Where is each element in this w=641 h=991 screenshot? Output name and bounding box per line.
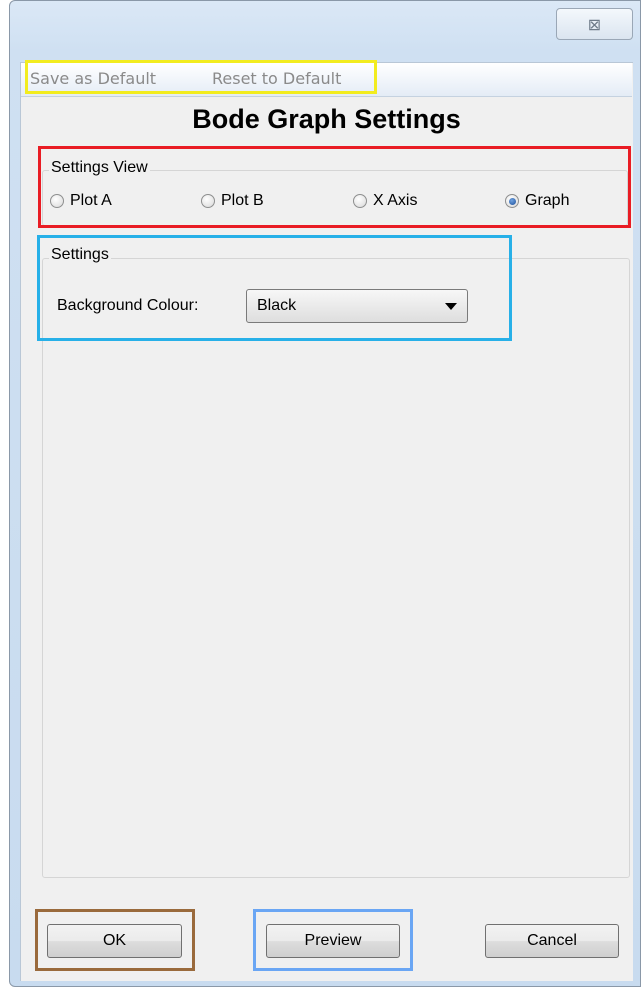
radio-graph-circle (505, 194, 519, 208)
radio-x-axis[interactable]: X Axis (353, 190, 417, 212)
radio-x-axis-label: X Axis (373, 192, 418, 209)
ok-button[interactable]: OK (47, 924, 182, 958)
background-colour-select[interactable]: Black (246, 289, 468, 323)
menu-save-as-default[interactable]: Save as Default (30, 66, 156, 92)
settings-group (42, 258, 630, 878)
close-icon: ⊠ (587, 14, 602, 34)
close-button[interactable]: ⊠ (556, 8, 633, 40)
radio-graph[interactable]: Graph (505, 190, 569, 212)
radio-plot-a[interactable]: Plot A (50, 190, 112, 212)
radio-plot-b-label: Plot B (221, 192, 264, 209)
radio-selected-dot (508, 197, 516, 205)
radio-plot-b[interactable]: Plot B (201, 190, 264, 212)
radio-plot-b-circle (201, 194, 215, 208)
menu-reset-to-default[interactable]: Reset to Default (212, 66, 341, 92)
radio-graph-label: Graph (525, 192, 570, 209)
dialog-title: Bode Graph Settings (192, 104, 461, 134)
background-colour-value: Black (257, 297, 297, 314)
cancel-button[interactable]: Cancel (485, 924, 619, 958)
radio-plot-a-label: Plot A (70, 192, 112, 209)
settings-legend: Settings (49, 246, 111, 264)
dropdown-arrow-icon (445, 302, 457, 310)
radio-plot-a-circle (50, 194, 64, 208)
background-colour-label: Background Colour: (57, 297, 199, 314)
radio-x-axis-circle (353, 194, 367, 208)
settings-view-legend: Settings View (49, 159, 150, 177)
preview-button[interactable]: Preview (266, 924, 400, 958)
